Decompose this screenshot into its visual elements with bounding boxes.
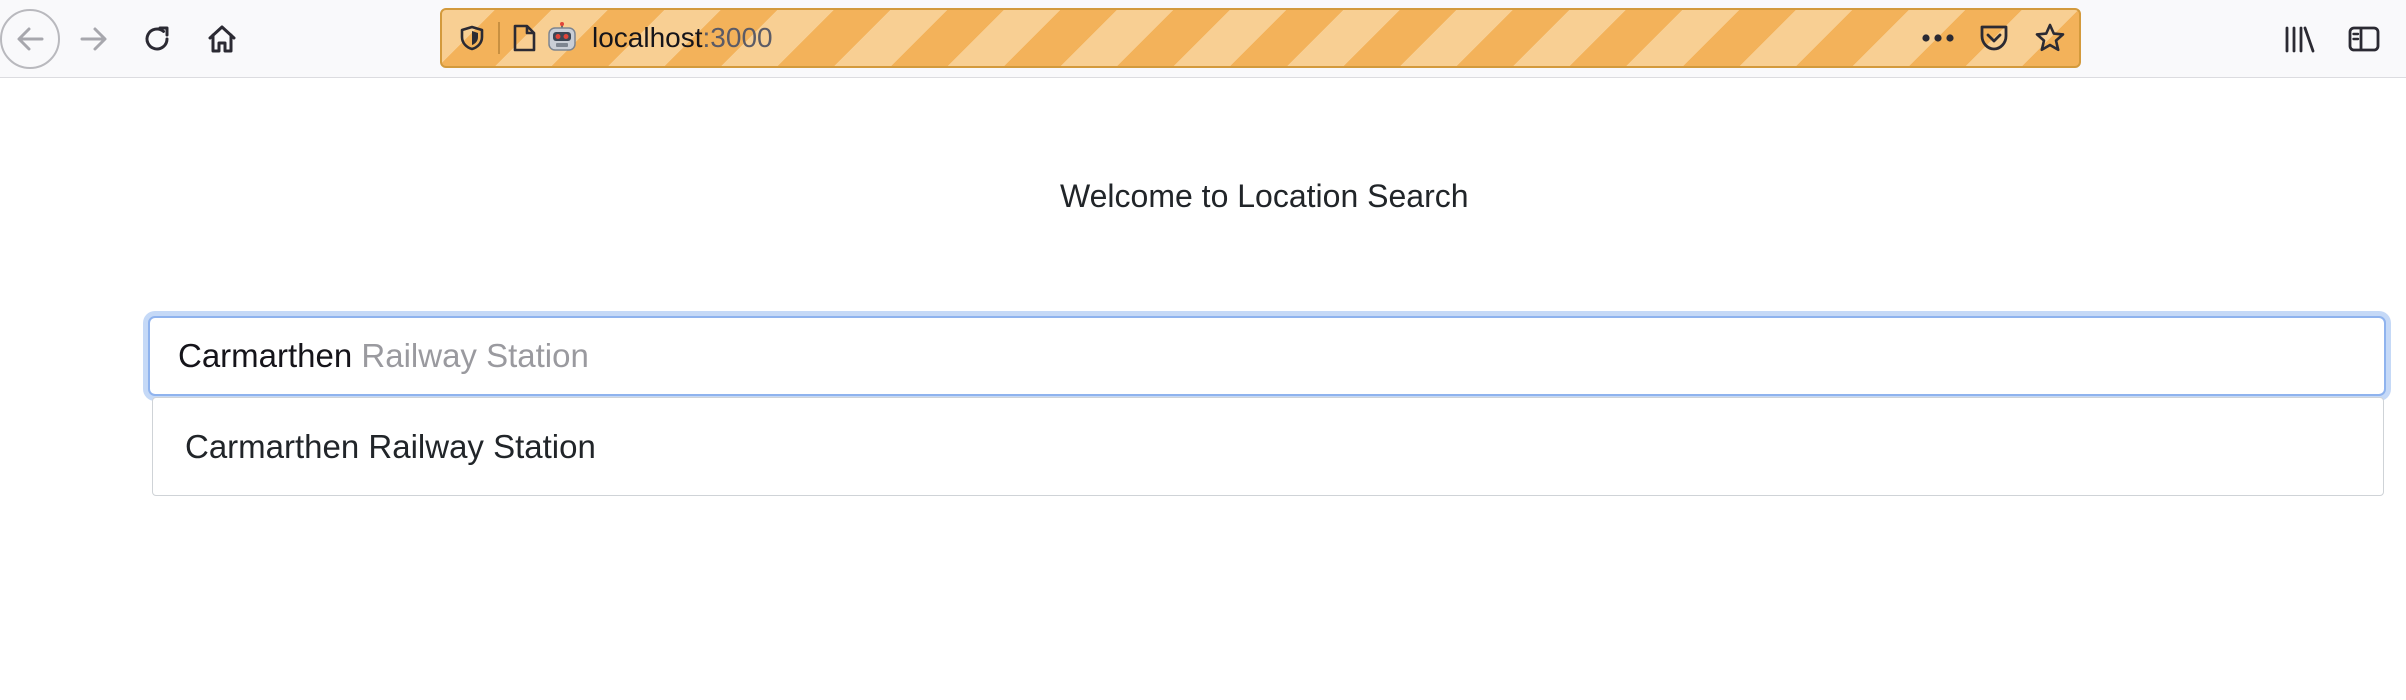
page-title: Welcome to Location Search — [1060, 178, 1469, 214]
url-text[interactable]: localhost:3000 — [592, 10, 773, 66]
suggestion-item[interactable]: Carmarthen Railway Station — [153, 398, 2383, 495]
arrow-right-icon — [77, 22, 111, 56]
library-button[interactable] — [2270, 9, 2330, 69]
search-input[interactable] — [150, 318, 2384, 394]
url-host: localhost — [592, 22, 703, 53]
star-icon[interactable] — [2028, 10, 2072, 66]
sidebar-icon — [2347, 24, 2381, 54]
home-button[interactable] — [192, 9, 252, 69]
suggestion-list: Carmarthen Railway Station — [152, 397, 2384, 496]
sidebar-button[interactable] — [2334, 9, 2394, 69]
forward-button[interactable] — [64, 9, 124, 69]
ellipsis-icon[interactable] — [1916, 10, 1960, 66]
reload-button[interactable] — [127, 9, 187, 69]
url-bar-divider — [498, 22, 500, 54]
url-bar[interactable]: localhost:3000 — [440, 8, 2081, 68]
reload-icon — [140, 22, 174, 56]
robot-icon[interactable] — [546, 22, 578, 54]
shield-icon[interactable] — [450, 10, 494, 66]
back-button[interactable] — [0, 9, 60, 69]
arrow-left-icon — [13, 22, 47, 56]
pocket-icon[interactable] — [1972, 10, 2016, 66]
document-icon[interactable] — [506, 10, 542, 66]
search-box[interactable]: Carmarthen Railway Station — [148, 316, 2386, 396]
library-icon — [2283, 24, 2317, 54]
home-icon — [205, 22, 239, 56]
url-port: :3000 — [702, 22, 773, 53]
browser-toolbar: localhost:3000 — [0, 0, 2406, 78]
